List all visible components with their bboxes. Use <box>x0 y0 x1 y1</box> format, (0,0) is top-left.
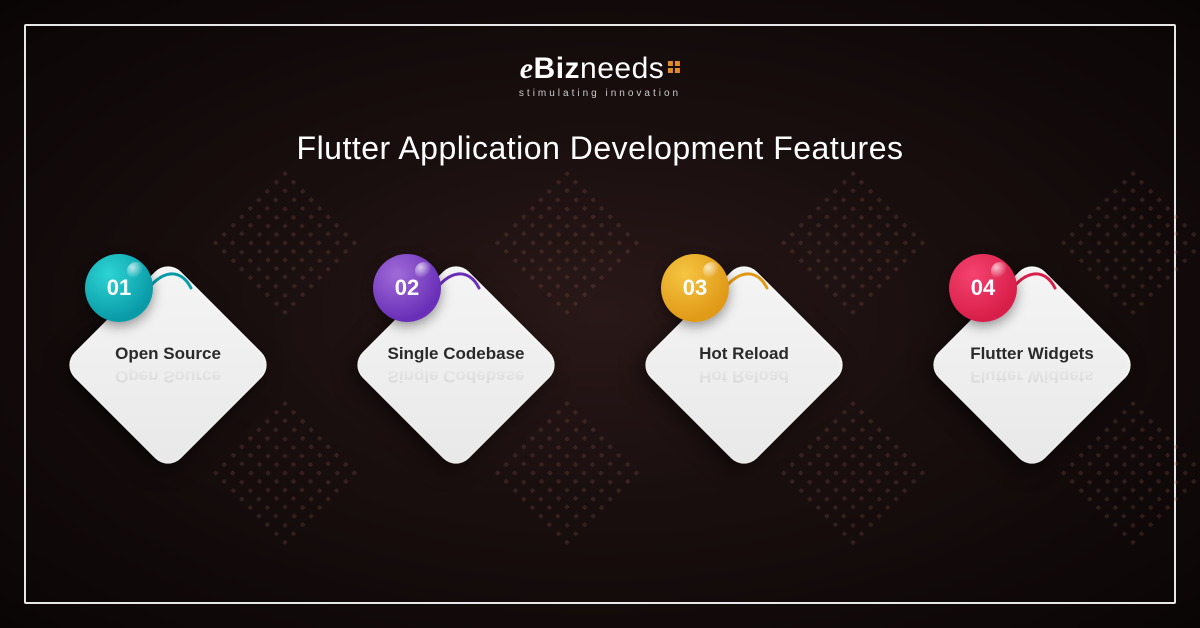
logo-tagline: stimulating innovation <box>519 88 681 99</box>
number-badge: 04 <box>949 254 1017 322</box>
number-badge: 03 <box>661 254 729 322</box>
number-badge: 01 <box>85 254 153 322</box>
feature-card-2: 02 Single Codebase Single Codebase <box>351 260 561 470</box>
feature-label-reflection: Hot Reload <box>654 366 834 386</box>
badge-number: 04 <box>971 275 995 301</box>
feature-card-4: 04 Flutter Widgets Flutter Widgets <box>927 260 1137 470</box>
feature-label-reflection: Flutter Widgets <box>942 366 1122 386</box>
feature-label: Single Codebase <box>366 344 546 364</box>
feature-cards-row: 01 Open Source Open Source 02 Single Cod… <box>0 260 1200 470</box>
page-title: Flutter Application Development Features <box>0 130 1200 167</box>
feature-card-3: 03 Hot Reload Hot Reload <box>639 260 849 470</box>
feature-card-1: 01 Open Source Open Source <box>63 260 273 470</box>
badge-number: 01 <box>107 275 131 301</box>
number-badge: 02 <box>373 254 441 322</box>
brand-logo: eBizneeds stimulating innovation <box>519 52 681 99</box>
feature-label-reflection: Open Source <box>78 366 258 386</box>
feature-label-reflection: Single Codebase <box>366 366 546 386</box>
feature-label: Hot Reload <box>654 344 834 364</box>
feature-label: Flutter Widgets <box>942 344 1122 364</box>
feature-label: Open Source <box>78 344 258 364</box>
badge-number: 03 <box>683 275 707 301</box>
logo-letter-e: e <box>520 52 534 86</box>
logo-biz: Biz <box>534 52 581 86</box>
badge-number: 02 <box>395 275 419 301</box>
logo-squares-icon <box>668 61 680 73</box>
logo-needs: needs <box>580 52 664 86</box>
